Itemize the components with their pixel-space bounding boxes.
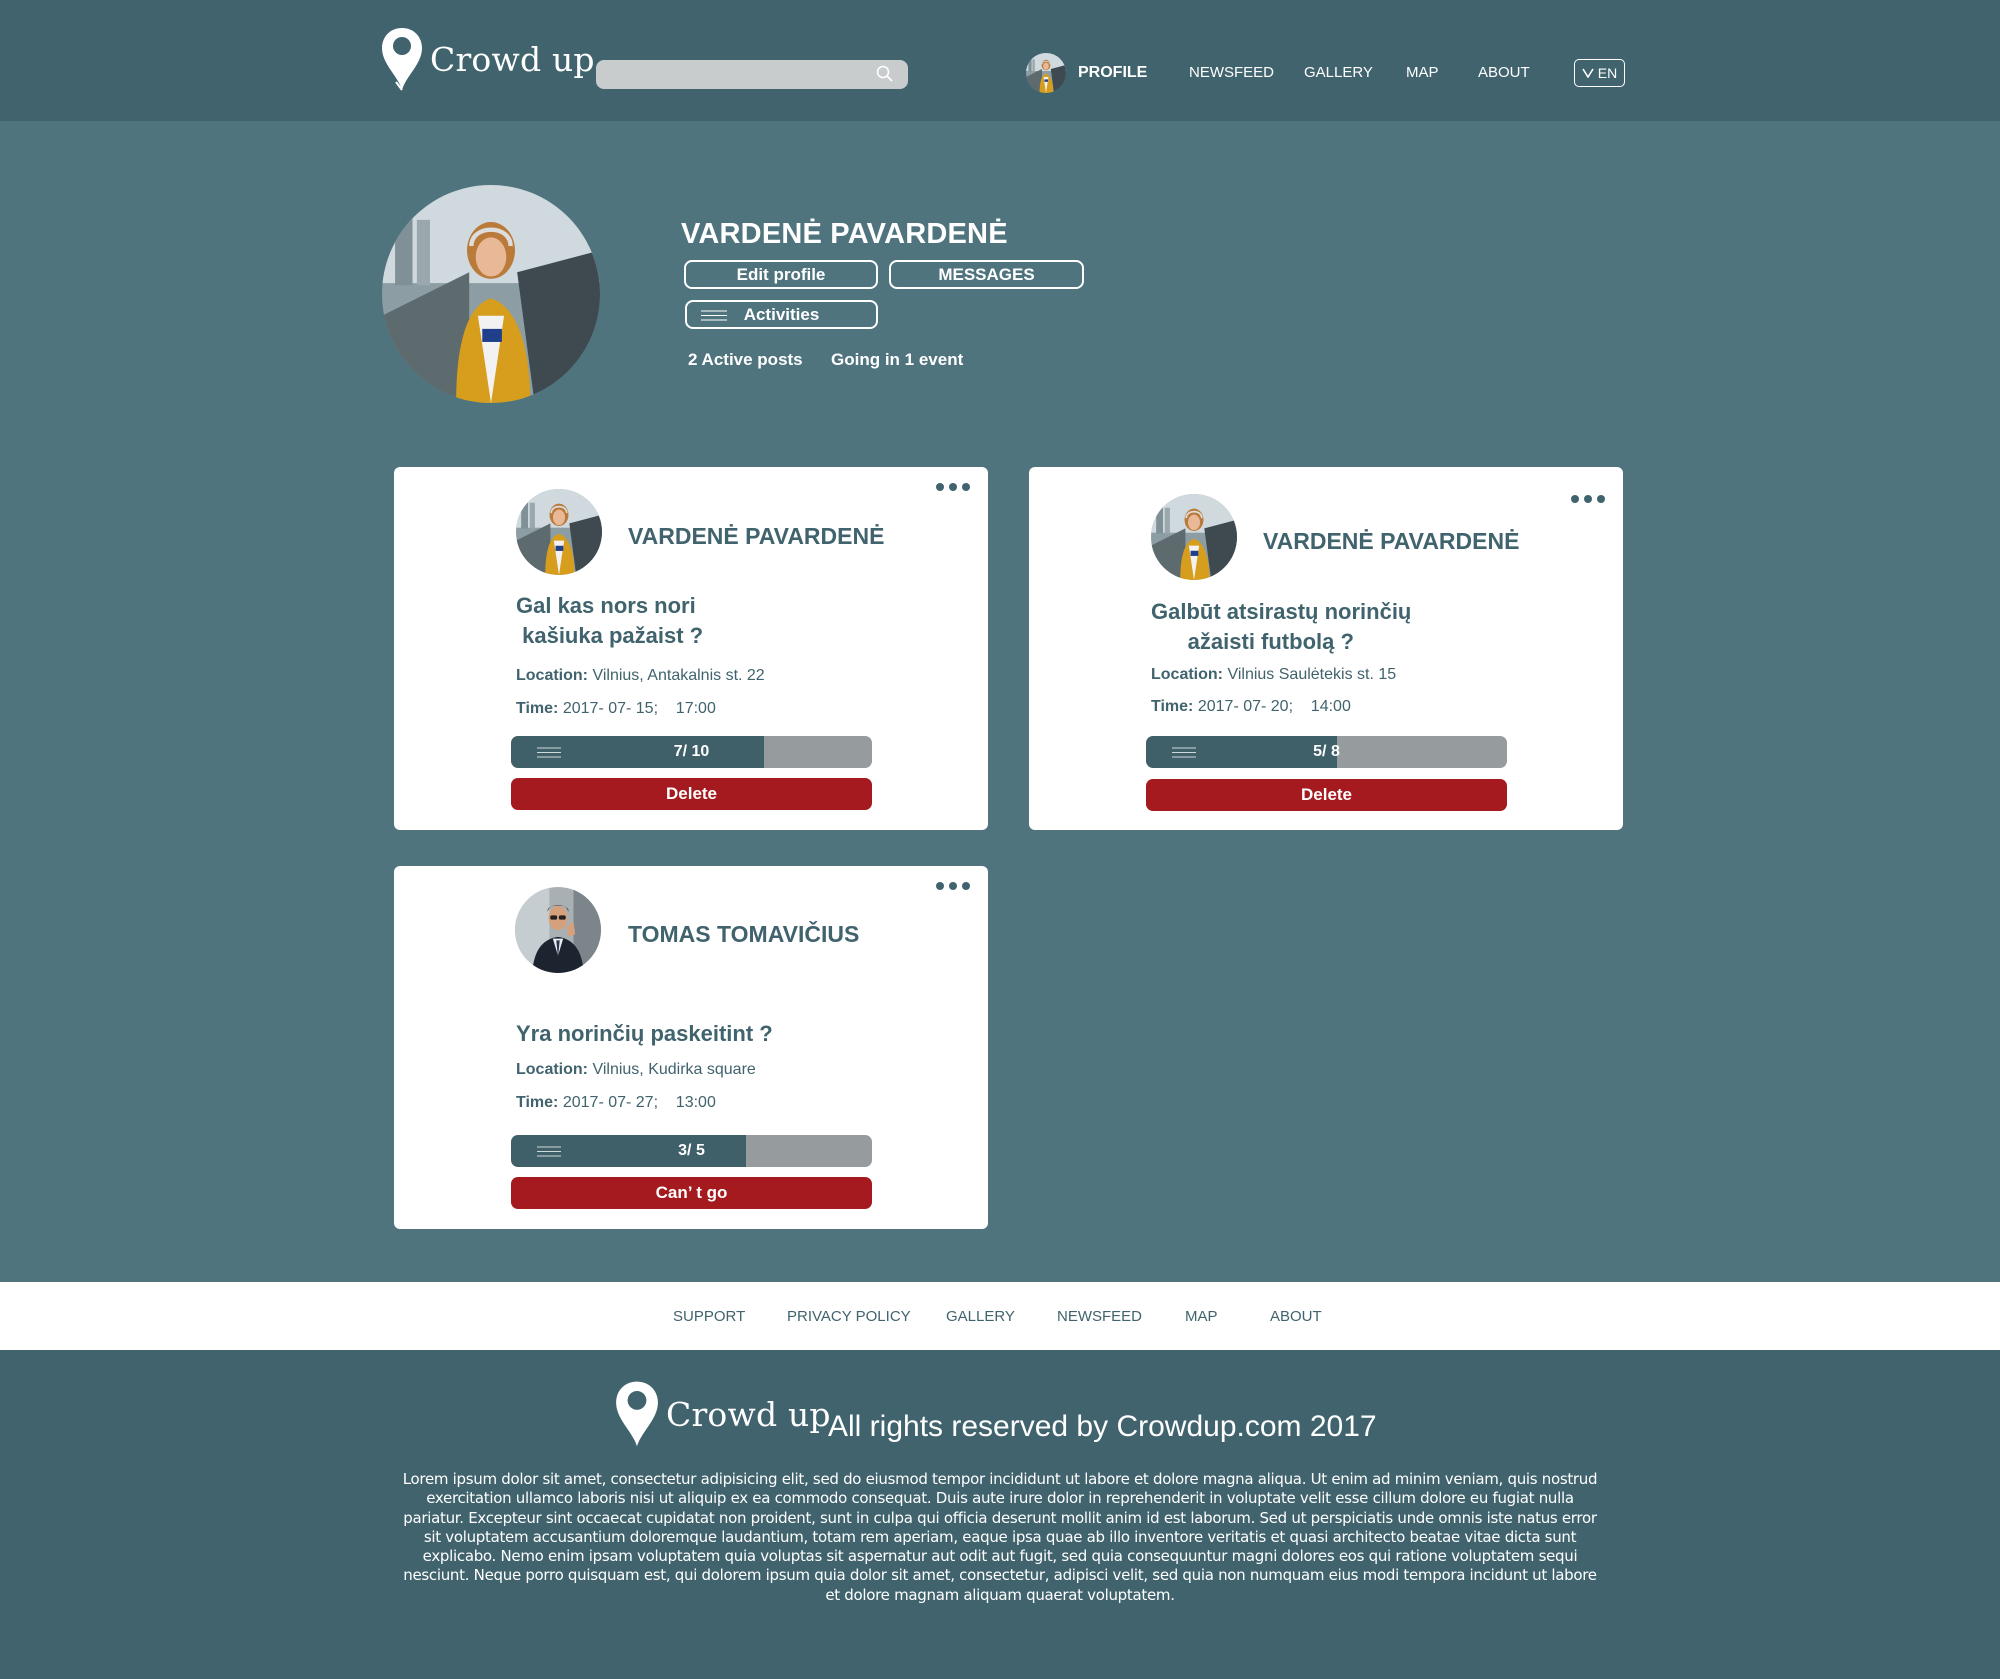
footer-navigation: SUPPORT PRIVACY POLICY GALLERY NEWSFEED … (0, 1282, 2000, 1350)
post-author-name[interactable]: TOMAS TOMAVIČIUS (628, 921, 859, 948)
post-card: VARDENĖ PAVARDENĖ Galbūt atsirastų norin… (1029, 467, 1623, 830)
post-author-avatar[interactable] (515, 887, 601, 973)
post-time: Time: 2017- 07- 27; 13:00 (516, 1094, 716, 1112)
post-author-name[interactable]: VARDENĖ PAVARDENĖ (1263, 528, 1519, 555)
post-title-line: Galbūt atsirastų norinčių (1151, 599, 1412, 624)
location-value: Vilnius, Kudirka square (592, 1061, 756, 1078)
language-selector[interactable]: EN (1574, 59, 1625, 87)
active-posts-count: 2 Active posts (688, 350, 803, 369)
location-value: Vilnius, Antakalnis st. 22 (592, 667, 765, 684)
post-author-avatar[interactable] (516, 489, 602, 575)
time-value: 2017- 07- 20; 14:00 (1197, 698, 1351, 715)
post-title: Gal kas nors nori kašiuka pažaist ? (516, 591, 703, 651)
post-title-line: Yra norinčių paskeitint ? (516, 1021, 773, 1046)
post-card: TOMAS TOMAVIČIUS Yra norinčių paskeitint… (394, 866, 988, 1229)
participants-progress[interactable]: 3/ 5 (511, 1135, 872, 1167)
time-label: Time: (516, 1094, 559, 1111)
participants-progress[interactable]: 7/ 10 (511, 736, 872, 768)
footer-map[interactable]: MAP (1185, 1308, 1218, 1325)
brand-name: Crowd up (666, 1394, 831, 1434)
nav-map[interactable]: MAP (1406, 64, 1439, 81)
footer-gallery[interactable]: GALLERY (946, 1308, 1015, 1325)
search-icon[interactable] (875, 64, 895, 84)
header-logo[interactable]: Crowd up (380, 26, 595, 92)
more-options-icon[interactable] (936, 882, 970, 890)
post-card: VARDENĖ PAVARDENĖ Gal kas nors nori kaši… (394, 467, 988, 830)
participants-progress[interactable]: 5/ 8 (1146, 736, 1507, 768)
nav-avatar[interactable] (1026, 53, 1066, 93)
more-options-icon[interactable] (936, 483, 970, 491)
location-label: Location: (1151, 666, 1223, 683)
messages-button[interactable]: MESSAGES (889, 260, 1084, 289)
post-location: Location: Vilnius, Antakalnis st. 22 (516, 667, 765, 685)
time-value: 2017- 07- 15; 17:00 (562, 700, 716, 717)
going-events-count: Going in 1 event (831, 350, 964, 369)
footer-newsfeed[interactable]: NEWSFEED (1057, 1308, 1142, 1325)
activities-button[interactable]: Activities (685, 300, 878, 329)
footer-privacy-policy[interactable]: PRIVACY POLICY (787, 1308, 911, 1325)
post-location: Location: Vilnius Saulėtekis st. 15 (1151, 666, 1396, 684)
post-author-avatar[interactable] (1151, 494, 1237, 580)
location-label: Location: (516, 1061, 588, 1078)
more-options-icon[interactable] (1571, 495, 1605, 503)
participants-count: 3/ 5 (678, 1142, 705, 1159)
profile-avatar (382, 185, 600, 403)
cant-go-button[interactable]: Can’ t go (511, 1177, 872, 1209)
search-input[interactable] (596, 60, 908, 89)
post-title-line: Gal kas nors nori (516, 593, 696, 618)
time-value: 2017- 07- 27; 13:00 (562, 1094, 716, 1111)
brand-name: Crowd up (430, 39, 595, 79)
post-title: Galbūt atsirastų norinčių ažaisti futbol… (1151, 597, 1411, 657)
map-pin-icon (382, 28, 422, 91)
activities-label: Activities (743, 304, 820, 324)
post-time: Time: 2017- 07- 15; 17:00 (516, 700, 716, 718)
footer: Crowd up All rights reserved by Crowdup.… (0, 1350, 2000, 1679)
delete-button[interactable]: Delete (1146, 779, 1507, 811)
time-label: Time: (516, 700, 559, 717)
participants-count: 5/ 8 (1313, 743, 1340, 760)
post-title: Yra norinčių paskeitint ? (516, 1019, 773, 1049)
post-title-line: kašiuka pažaist ? (516, 623, 704, 648)
location-value: Vilnius Saulėtekis st. 15 (1227, 666, 1397, 683)
nav-profile[interactable]: PROFILE (1078, 64, 1147, 82)
footer-body-text: Lorem ipsum dolor sit amet, consectetur … (402, 1470, 1598, 1604)
post-title-line: ažaisti futbolą ? (1151, 629, 1354, 654)
delete-button[interactable]: Delete (511, 778, 872, 810)
footer-about[interactable]: ABOUT (1270, 1308, 1322, 1325)
post-location: Location: Vilnius, Kudirka square (516, 1061, 756, 1079)
post-author-name[interactable]: VARDENĖ PAVARDENĖ (628, 523, 884, 550)
copyright-text: All rights reserved by Crowdup.com 2017 (828, 1410, 1377, 1443)
top-navigation-bar: Crowd up PROFILE NEWSFEED GALLERY MAP AB… (0, 0, 2000, 121)
post-time: Time: 2017- 07- 20; 14:00 (1151, 698, 1351, 716)
participants-count: 7/ 10 (673, 743, 710, 760)
location-label: Location: (516, 667, 588, 684)
footer-logo[interactable]: Crowd up (614, 1378, 831, 1450)
time-label: Time: (1151, 698, 1194, 715)
footer-support[interactable]: SUPPORT (673, 1308, 745, 1325)
menu-lines-icon (701, 310, 727, 321)
map-pin-icon (616, 1381, 658, 1447)
language-label: EN (1597, 65, 1618, 81)
chevron-down-icon (1582, 68, 1594, 78)
nav-about[interactable]: ABOUT (1478, 64, 1530, 81)
nav-newsfeed[interactable]: NEWSFEED (1189, 64, 1274, 81)
nav-gallery[interactable]: GALLERY (1304, 64, 1373, 81)
edit-profile-button[interactable]: Edit profile (684, 260, 878, 289)
profile-name: VARDENĖ PAVARDENĖ (681, 218, 1008, 250)
